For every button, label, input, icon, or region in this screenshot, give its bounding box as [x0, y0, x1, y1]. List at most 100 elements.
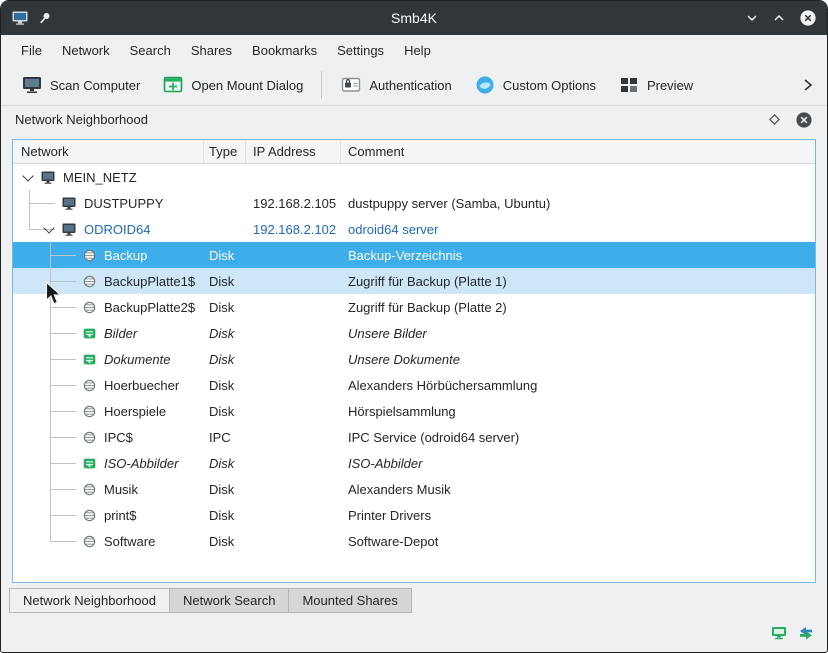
type-cell: Disk: [204, 242, 246, 268]
share-name: Dokumente: [104, 352, 170, 367]
tree-guide: [40, 242, 61, 268]
column-header-network[interactable]: Network: [13, 140, 204, 163]
tree-row-share[interactable]: Musik Disk Alexanders Musik: [13, 476, 815, 502]
type-cell: Disk: [204, 528, 246, 554]
network-sync-status-icon[interactable]: [797, 624, 815, 642]
tree-guide: [61, 242, 82, 268]
tree-row-share[interactable]: Dokumente Disk Unsere Dokumente: [13, 346, 815, 372]
network-cell: ODROID64: [13, 216, 204, 242]
share-icon: [82, 378, 97, 393]
comment-cell: IPC Service (odroid64 server): [341, 424, 815, 450]
tree-guide: [19, 268, 40, 294]
dock-close-icon[interactable]: [795, 111, 813, 129]
tree-guide: [61, 372, 82, 398]
close-button[interactable]: [799, 9, 817, 27]
branch-expander-icon[interactable]: [19, 164, 40, 190]
network-cell: Hoerspiele: [13, 398, 204, 424]
scan-computer-button[interactable]: Scan Computer: [13, 70, 148, 100]
column-header-comment[interactable]: Comment: [341, 140, 815, 163]
tree-row-share[interactable]: Bilder Disk Unsere Bilder: [13, 320, 815, 346]
menu-settings[interactable]: Settings: [327, 40, 394, 61]
toolbar-overflow-button[interactable]: [801, 74, 815, 96]
column-header-type[interactable]: Type: [204, 140, 246, 163]
branch-expander-icon[interactable]: [40, 216, 61, 242]
menu-file[interactable]: File: [11, 40, 52, 61]
share-name: Software: [104, 534, 155, 549]
share-name: Hoerspiele: [104, 404, 166, 419]
chevron-right-icon: [801, 74, 815, 96]
custom-options-button[interactable]: Custom Options: [466, 70, 604, 100]
share-icon: [82, 300, 97, 315]
authentication-button[interactable]: Authentication: [332, 70, 459, 100]
tab-network-neighborhood[interactable]: Network Neighborhood: [9, 588, 170, 613]
tree-header: Network Type IP Address Comment: [13, 140, 815, 164]
tree-guide: [40, 476, 61, 502]
open-mount-dialog-button[interactable]: Open Mount Dialog: [154, 70, 311, 100]
menu-shares[interactable]: Shares: [181, 40, 242, 61]
preview-icon: [618, 74, 640, 96]
minimize-button[interactable]: [745, 11, 759, 25]
comment-cell: Backup-Verzeichnis: [341, 242, 815, 268]
ip-cell: [246, 242, 341, 268]
menu-bookmarks[interactable]: Bookmarks: [242, 40, 327, 61]
tree-row-share[interactable]: ISO-Abbilder Disk ISO-Abbilder: [13, 450, 815, 476]
type-cell: [204, 190, 246, 216]
network-cell: Musik: [13, 476, 204, 502]
type-cell: Disk: [204, 320, 246, 346]
menu-search[interactable]: Search: [120, 40, 181, 61]
ip-cell: [246, 476, 341, 502]
tree-guide: [19, 372, 40, 398]
tree-row-share[interactable]: Hoerbuecher Disk Alexanders Hörbüchersam…: [13, 372, 815, 398]
type-cell: [204, 164, 246, 190]
tree-guide: [61, 502, 82, 528]
comment-cell: Unsere Dokumente: [341, 346, 815, 372]
comment-cell: Alexanders Musik: [341, 476, 815, 502]
tree-guide: [40, 398, 61, 424]
authentication-label: Authentication: [369, 78, 451, 93]
tree-guide: [61, 476, 82, 502]
network-cell: BackupPlatte1$: [13, 268, 204, 294]
tree-guide: [61, 320, 82, 346]
ip-cell: [246, 528, 341, 554]
window-title: Smb4K: [1, 10, 827, 26]
float-dock-icon[interactable]: [768, 113, 781, 126]
tree-row-host[interactable]: DUSTPUPPY 192.168.2.105 dustpuppy server…: [13, 190, 815, 216]
tree-row-share[interactable]: Hoerspiele Disk Hörspielsammlung: [13, 398, 815, 424]
tree-row-workgroup[interactable]: MEIN_NETZ: [13, 164, 815, 190]
tree-row-share[interactable]: print$ Disk Printer Drivers: [13, 502, 815, 528]
comment-cell: Printer Drivers: [341, 502, 815, 528]
type-cell: Disk: [204, 398, 246, 424]
type-cell: Disk: [204, 346, 246, 372]
statusbar: [1, 613, 827, 652]
pin-icon[interactable]: [38, 11, 52, 25]
column-header-ip[interactable]: IP Address: [246, 140, 341, 163]
tree-guide: [40, 294, 61, 320]
tree-guide: [61, 528, 82, 554]
mounted-share-icon: [82, 326, 97, 341]
menu-help[interactable]: Help: [394, 40, 441, 61]
maximize-button[interactable]: [772, 11, 786, 25]
tree-guide: [61, 450, 82, 476]
titlebar[interactable]: Smb4K: [1, 1, 827, 35]
tab-mounted-shares[interactable]: Mounted Shares: [288, 588, 411, 613]
tree-row-share[interactable]: BackupPlatte1$ Disk Zugriff für Backup (…: [13, 268, 815, 294]
mounted-share-status-icon[interactable]: [770, 624, 788, 642]
share-name: Hoerbuecher: [104, 378, 179, 393]
tree-row-share[interactable]: Backup Disk Backup-Verzeichnis: [13, 242, 815, 268]
tree-row-share[interactable]: IPC$ IPC IPC Service (odroid64 server): [13, 424, 815, 450]
ip-cell: [246, 502, 341, 528]
tree-guide: [19, 450, 40, 476]
tree-guide: [19, 242, 40, 268]
tree-row-share[interactable]: BackupPlatte2$ Disk Zugriff für Backup (…: [13, 294, 815, 320]
menu-network[interactable]: Network: [52, 40, 120, 61]
tree-guide: [40, 502, 61, 528]
comment-cell: Zugriff für Backup (Platte 2): [341, 294, 815, 320]
tree-row-share[interactable]: Software Disk Software-Depot: [13, 528, 815, 554]
preview-button[interactable]: Preview: [610, 70, 701, 100]
mount-dialog-icon: [162, 74, 184, 96]
share-icon: [82, 482, 97, 497]
tab-network-search[interactable]: Network Search: [169, 588, 289, 613]
ip-cell: [246, 320, 341, 346]
app-icon: [11, 9, 29, 27]
tree-row-host[interactable]: ODROID64 192.168.2.102 odroid64 server: [13, 216, 815, 242]
